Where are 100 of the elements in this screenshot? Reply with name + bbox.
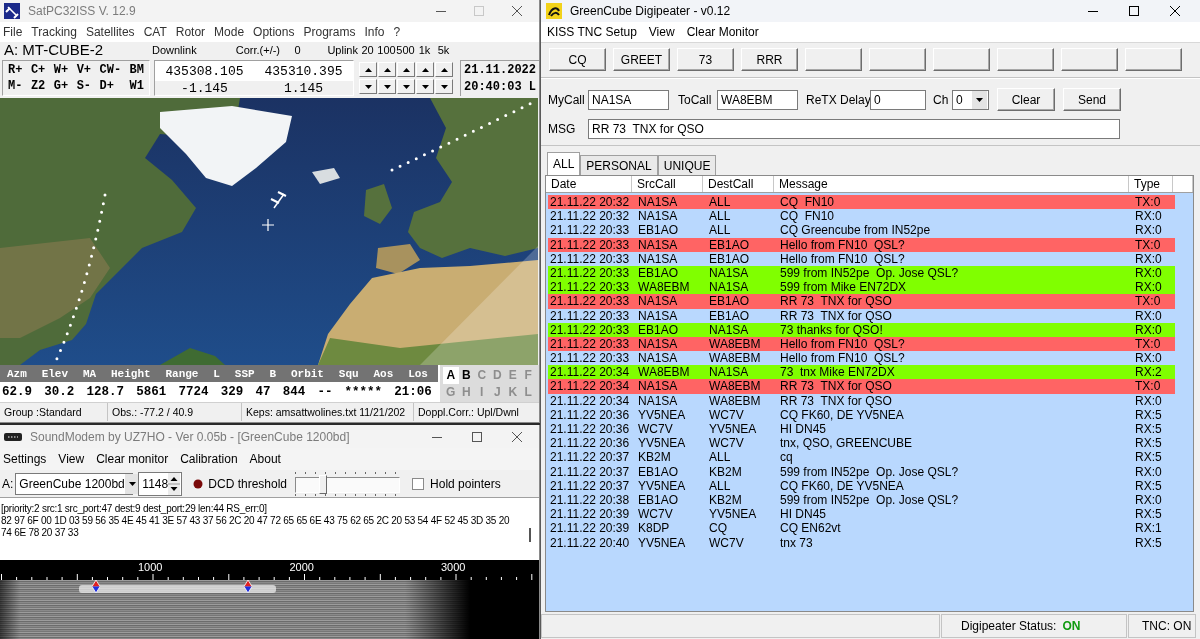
menu-item[interactable]: View: [648, 25, 675, 39]
macro-button[interactable]: [997, 48, 1054, 71]
retx-delay-field[interactable]: 0: [870, 89, 926, 110]
macro-button[interactable]: [933, 48, 990, 71]
table-cell-text: RX:0: [1134, 280, 1163, 295]
menu-item[interactable]: Tracking: [31, 25, 77, 39]
step-up-button[interactable]: [378, 62, 396, 77]
maximize-icon[interactable]: [1129, 6, 1139, 16]
step-down-button[interactable]: [416, 79, 434, 94]
menu-item[interactable]: Clear Monitor: [686, 25, 759, 39]
macro-button[interactable]: 73: [677, 48, 734, 71]
shortcut-key[interactable]: G+: [53, 79, 69, 93]
step-up-button[interactable]: [397, 62, 415, 77]
channel-select[interactable]: 0: [952, 89, 989, 110]
shortcut-key[interactable]: R+: [8, 63, 23, 77]
log-row[interactable]: 21.11.22 20:34 WA8EBM NA1SA 73 tnx Mike EN72DX RX:2: [548, 365, 1175, 380]
table-cell-text: NA1SA: [708, 280, 750, 295]
step-up-button[interactable]: [359, 62, 377, 77]
step-down-button[interactable]: [378, 79, 396, 94]
menu-item[interactable]: Satellites: [85, 25, 135, 39]
shortcut-key[interactable]: CW-: [99, 63, 122, 77]
menu-item[interactable]: Clear monitor: [96, 452, 169, 466]
spin-arrows-icon[interactable]: [168, 472, 181, 495]
step-down-button[interactable]: [435, 79, 453, 94]
tab[interactable]: ALL: [547, 152, 581, 175]
frequency-spinbox[interactable]: 1148: [138, 471, 183, 496]
shortcut-key[interactable]: V+: [76, 63, 92, 77]
menu-item[interactable]: Info: [364, 25, 385, 39]
tuning-marker-icon[interactable]: [244, 580, 252, 593]
macro-button[interactable]: RRR: [741, 48, 798, 71]
status-text: Keps: amsattwolines.txt 11/21/202: [242, 403, 414, 421]
step-up-button[interactable]: [435, 62, 453, 77]
macro-button[interactable]: [805, 48, 862, 71]
macro-button[interactable]: CQ: [549, 48, 606, 71]
clear-button[interactable]: Clear: [997, 88, 1055, 111]
menu-item[interactable]: About: [249, 452, 281, 466]
column-header: Squ: [338, 367, 359, 380]
threshold-slider[interactable]: [295, 471, 401, 496]
macro-button[interactable]: [869, 48, 926, 71]
menu-item[interactable]: Mode: [214, 25, 245, 39]
satellite-slot[interactable]: A: [443, 367, 459, 384]
macro-button[interactable]: [1061, 48, 1118, 71]
crosshair-icon: [261, 218, 275, 232]
step-up-button[interactable]: [416, 62, 434, 77]
column-header: Los: [408, 367, 428, 380]
close-icon[interactable]: [512, 431, 522, 442]
menu-item[interactable]: Programs: [303, 25, 356, 39]
send-button[interactable]: Send: [1063, 88, 1121, 111]
mycall-field[interactable]: NA1SA: [588, 89, 669, 110]
table-cell-text: 21.11.22 20:33: [549, 351, 631, 366]
menu-item[interactable]: View: [58, 452, 85, 466]
log-row[interactable]: 21.11.22 20:32 NA1SA ALL CQ FN10 TX:0: [548, 195, 1175, 210]
field-label: MyCall: [548, 92, 586, 107]
menu-item[interactable]: CAT: [143, 25, 167, 39]
app-icon: [546, 3, 562, 19]
menu-item[interactable]: File: [3, 25, 23, 39]
column-header[interactable]: Message: [774, 176, 1129, 192]
close-icon[interactable]: [1170, 6, 1180, 16]
shortcut-key[interactable]: Z2: [30, 79, 46, 93]
column-header[interactable]: SrcCall: [632, 176, 703, 192]
menu-item[interactable]: Rotor: [175, 25, 206, 39]
step-down-button[interactable]: [359, 79, 377, 94]
maximize-icon[interactable]: [472, 431, 482, 442]
shortcut-key[interactable]: W1: [129, 79, 144, 93]
table-cell: 21:06: [394, 385, 432, 399]
menu-item[interactable]: Options: [253, 25, 295, 39]
macro-button[interactable]: GREET: [613, 48, 670, 71]
table-cell-text: RX:0: [1134, 265, 1163, 281]
tocall-field[interactable]: WA8EBM: [717, 89, 798, 110]
tab[interactable]: PERSONAL: [580, 155, 658, 175]
menu-item[interactable]: KISS TNC Setup: [547, 25, 637, 39]
shortcut-key[interactable]: BM: [129, 63, 144, 77]
satellite-slot[interactable]: B: [458, 367, 474, 384]
shortcut-key[interactable]: W+: [53, 63, 69, 77]
table-cell: 7724: [178, 385, 209, 399]
message-field[interactable]: RR 73 TNX for QSO: [588, 119, 1120, 139]
menu-item[interactable]: Calibration: [180, 452, 238, 466]
checkbox-label[interactable]: Hold pointers: [430, 476, 501, 491]
macro-button[interactable]: [1125, 48, 1182, 71]
log-row[interactable]: 21.11.22 20:33 WA8EBM NA1SA 599 from Mike EN72DX RX:0: [548, 280, 1175, 295]
tnc-status: TNC: ON: [1142, 619, 1192, 633]
hold-pointers-checkbox[interactable]: [412, 477, 425, 490]
column-header[interactable]: Type: [1129, 176, 1173, 192]
close-icon[interactable]: [512, 6, 522, 16]
shortcut-key[interactable]: C+: [30, 63, 46, 77]
shortcut-key[interactable]: S-: [76, 79, 92, 93]
scrollbar-thumb[interactable]: [529, 528, 531, 542]
step-down-button[interactable]: [397, 79, 415, 94]
menu-item[interactable]: ?: [393, 25, 401, 39]
column-header[interactable]: Date: [546, 176, 632, 192]
menu-item[interactable]: Settings: [3, 452, 47, 466]
column-header[interactable]: DestCall: [703, 176, 774, 192]
log-row[interactable]: 21.11.22 20:33 NA1SA EB1AO RR 73 TNX for QSO TX:0: [548, 294, 1175, 309]
log-row[interactable]: 21.11.22 20:34 NA1SA WA8EBM RR 73 TNX for QSO TX:0: [548, 379, 1175, 394]
shortcut-key[interactable]: M-: [8, 79, 23, 93]
shortcut-key[interactable]: D+: [99, 79, 122, 93]
table-cell-text: NA1SA: [637, 195, 679, 210]
tab[interactable]: UNIQUE: [657, 155, 717, 175]
tuning-marker-icon[interactable]: [92, 580, 100, 593]
slider-thumb[interactable]: [319, 474, 328, 494]
